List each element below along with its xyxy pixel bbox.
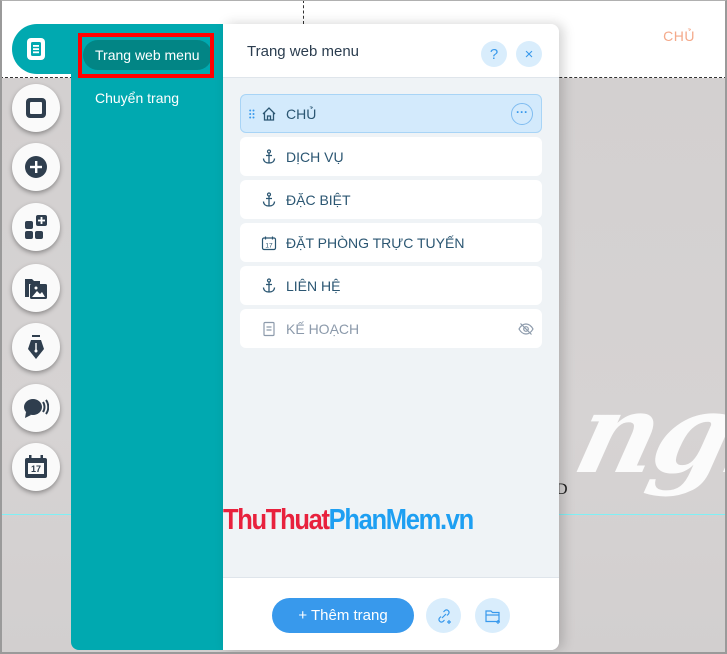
page-label: ĐẶT PHÒNG TRỰC TUYẾN bbox=[286, 234, 465, 251]
anchor-icon bbox=[260, 148, 278, 166]
add-link-icon bbox=[437, 608, 451, 624]
svg-text:17: 17 bbox=[265, 242, 273, 249]
watermark: ThuThuatPhanMem.vn bbox=[223, 504, 519, 537]
watermark-part2: PhanMem.vn bbox=[328, 504, 475, 536]
chat-icon bbox=[24, 399, 49, 418]
home-icon bbox=[260, 105, 278, 123]
page-item-contact[interactable]: LIÊN HỆ bbox=[240, 266, 542, 305]
add-folder-button[interactable] bbox=[475, 598, 510, 633]
add-button[interactable] bbox=[12, 143, 60, 191]
add-apps-button[interactable] bbox=[12, 203, 60, 251]
calendar-icon: 17 bbox=[260, 234, 278, 252]
guide-line-vertical bbox=[303, 0, 304, 24]
page-icon bbox=[260, 320, 278, 338]
page-list: CHỦ ··· DỊCH VỤ ĐẶC BIỆT 17 ĐẶT PHÒNG TR… bbox=[240, 94, 542, 352]
calendar-icon: 17 bbox=[25, 455, 47, 478]
page-item-special[interactable]: ĐẶC BIỆT bbox=[240, 180, 542, 219]
script-heading: ngh bbox=[563, 369, 727, 498]
chat-button[interactable] bbox=[12, 384, 60, 432]
blog-button[interactable] bbox=[12, 323, 60, 371]
add-folder-icon bbox=[484, 609, 500, 624]
background-icon bbox=[26, 98, 46, 118]
add-apps-icon bbox=[25, 215, 47, 239]
page-label: ĐẶC BIỆT bbox=[286, 191, 351, 208]
close-button[interactable]: × bbox=[516, 41, 542, 67]
add-page-button[interactable]: + Thêm trang bbox=[272, 598, 414, 633]
panel-footer: + Thêm trang bbox=[223, 577, 559, 650]
background-button[interactable] bbox=[12, 84, 60, 132]
svg-text:17: 17 bbox=[31, 464, 41, 474]
pen-icon bbox=[28, 335, 44, 359]
nav-item-page-transitions[interactable]: Chuyển trang bbox=[83, 83, 191, 113]
panel-title: Trang web menu bbox=[247, 43, 360, 60]
anchor-icon bbox=[260, 277, 278, 295]
pages-side-nav: Trang web menu Chuyển trang bbox=[71, 24, 224, 650]
page-item-home[interactable]: CHỦ ··· bbox=[240, 94, 542, 133]
page-item-plans[interactable]: KẾ HOẠCH bbox=[240, 309, 542, 348]
add-link-button[interactable] bbox=[426, 598, 461, 633]
add-icon bbox=[25, 156, 47, 178]
help-icon: ? bbox=[489, 45, 499, 63]
page-item-online-booking[interactable]: 17 ĐẶT PHÒNG TRỰC TUYẾN bbox=[240, 223, 542, 262]
page-label: KẾ HOẠCH bbox=[286, 320, 360, 337]
highlight-annotation bbox=[78, 33, 214, 78]
page-item-services[interactable]: DỊCH VỤ bbox=[240, 137, 542, 176]
anchor-icon bbox=[260, 191, 278, 209]
page-label: DỊCH VỤ bbox=[286, 148, 344, 165]
hidden-eye-icon[interactable] bbox=[518, 321, 534, 337]
page-label: CHỦ bbox=[286, 105, 317, 122]
site-menu-panel: Trang web menu ? × CHỦ ··· DỊCH VỤ ĐẶC B… bbox=[223, 24, 559, 650]
help-button[interactable]: ? bbox=[481, 41, 507, 67]
site-nav-item-home[interactable]: CHỦ bbox=[663, 28, 695, 44]
more-actions-button[interactable]: ··· bbox=[511, 103, 533, 125]
pages-icon[interactable] bbox=[24, 36, 48, 62]
watermark-part1: ThuThuat bbox=[223, 504, 330, 536]
drag-handle-icon[interactable] bbox=[249, 109, 255, 119]
close-icon: × bbox=[524, 45, 534, 63]
media-button[interactable] bbox=[12, 264, 60, 312]
media-icon bbox=[25, 279, 47, 299]
page-label: LIÊN HỆ bbox=[286, 277, 341, 294]
panel-header: Trang web menu ? × bbox=[223, 24, 559, 78]
bookings-button[interactable]: 17 bbox=[12, 443, 60, 491]
